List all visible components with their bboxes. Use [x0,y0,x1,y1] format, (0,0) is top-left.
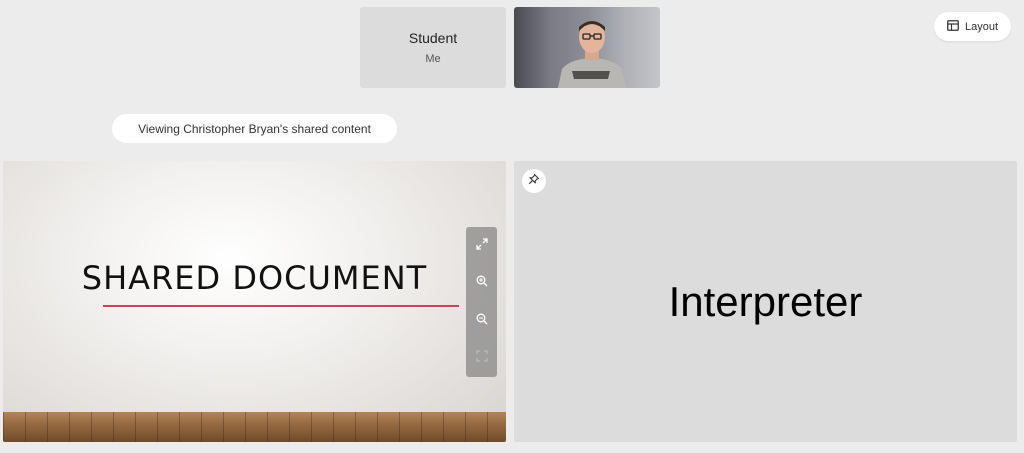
zoom-in-button[interactable] [472,273,492,293]
layout-button-label: Layout [964,20,999,33]
participant-subtitle: Me [425,53,441,65]
title-underline [103,305,459,307]
shared-content-panel[interactable]: SHARED DOCUMENT [3,161,506,442]
shared-content-text: Viewing Christopher Bryan's shared conte… [138,121,371,136]
pin-icon [528,172,540,190]
interpreter-panel[interactable]: Interpreter [514,161,1017,442]
expand-button[interactable] [472,236,492,256]
pin-button[interactable] [522,169,546,193]
shared-content-indicator: Viewing Christopher Bryan's shared conte… [112,114,397,143]
document-title: SHARED DOCUMENT [81,259,428,297]
zoom-out-icon [476,312,488,330]
participant-video-image [558,21,626,88]
fit-screen-button[interactable] [472,348,492,368]
expand-icon [475,237,488,255]
participant-tile-student[interactable]: Student Me [360,7,506,88]
fit-screen-icon [475,349,488,367]
participant-name: Student [408,30,458,46]
wood-floor-graphic [3,412,506,442]
interpreter-label: Interpreter [668,277,863,325]
zoom-in-icon [476,274,488,292]
zoom-out-button[interactable] [472,311,492,331]
zoom-controls [466,227,497,377]
participant-video-tile[interactable] [514,7,660,88]
layout-icon [947,19,959,34]
layout-button[interactable]: Layout [934,12,1011,41]
